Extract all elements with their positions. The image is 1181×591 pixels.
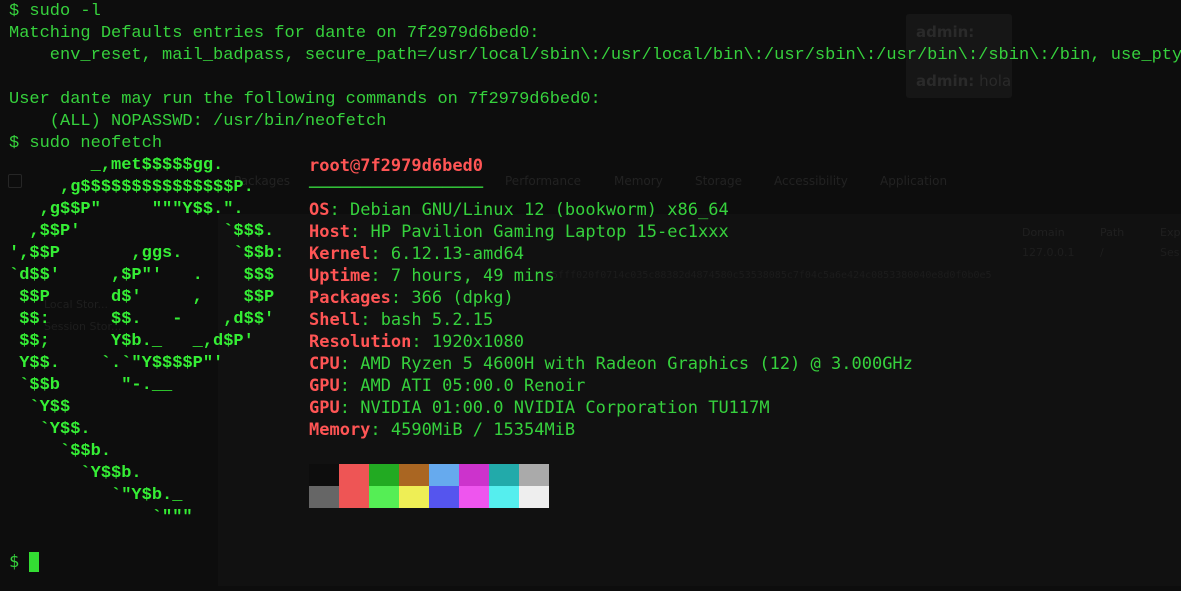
neofetch-info-colon: :: [360, 310, 371, 330]
palette-swatch: [339, 486, 369, 508]
bg-tab-performance: Performance: [505, 174, 582, 188]
neofetch-info-value: HP Pavilion Gaming Laptop 15-ec1xxx: [370, 222, 729, 242]
neofetch-info-resolution: Resolution: 1920x1080: [309, 331, 524, 353]
neofetch-info-key: Memory: [309, 420, 371, 440]
neofetch-info-shell: Shell: bash 5.2.15: [309, 309, 493, 331]
bg-col-path: Path: [1100, 226, 1125, 239]
neofetch-info-key: Kernel: [309, 244, 371, 264]
neofetch-info-kernel: Kernel: 6.12.13-amd64: [309, 243, 524, 265]
neofetch-info-key: Host: [309, 222, 350, 242]
bg-tab-application: Application: [880, 174, 948, 188]
neofetch-info-colon: :: [329, 200, 340, 220]
neofetch-info-key: GPU: [309, 376, 340, 396]
neofetch-info-value: Debian GNU/Linux 12 (bookworm) x86_64: [349, 200, 729, 220]
neofetch-info-value: AMD ATI 05:00.0 Renoir: [360, 376, 586, 396]
neofetch-info-value: 4590MiB / 15354MiB: [390, 420, 576, 440]
terminal-line-matching-defaults: Matching Defaults entries for dante on 7…: [9, 24, 540, 43]
terminal-prompt: $: [9, 552, 20, 572]
neofetch-info-value: 6.12.13-amd64: [390, 244, 524, 264]
neofetch-info-value: 7 hours, 49 mins: [390, 266, 555, 286]
palette-swatch: [459, 486, 489, 508]
palette-swatch: [309, 464, 339, 486]
neofetch-user: root: [309, 156, 350, 176]
bg-cell-exp: Ses: [1160, 246, 1180, 259]
neofetch-info-memory: Memory: 4590MiB / 15354MiB: [309, 419, 575, 441]
terminal-line-sudo-l: $ sudo -l: [9, 2, 101, 21]
neofetch-info-value: bash 5.2.15: [380, 310, 494, 330]
terminal-line-env-reset: env_reset, mail_badpass, secure_path=/us…: [9, 46, 1181, 65]
neofetch-info-value: 366 (dpkg): [411, 288, 514, 308]
palette-swatch: [429, 464, 459, 486]
bg-cell-path: /: [1100, 246, 1104, 259]
terminal-line-nopasswd: (ALL) NOPASSWD: /usr/bin/neofetch: [9, 112, 387, 131]
palette-swatch: [429, 486, 459, 508]
palette-swatch: [399, 486, 429, 508]
bg-cell-domain: 127.0.0.1: [1022, 246, 1075, 259]
palette-swatch: [519, 464, 549, 486]
palette-swatch: [489, 486, 519, 508]
neofetch-info-colon: :: [411, 332, 422, 352]
neofetch-info-uptime: Uptime: 7 hours, 49 mins: [309, 265, 555, 287]
palette-swatch: [339, 464, 369, 486]
terminal-line-sudo-neofetch: $ sudo neofetch: [9, 134, 163, 153]
neofetch-info-packages: Packages: 366 (dpkg): [309, 287, 514, 309]
neofetch-info-value: NVIDIA 01:00.0 NVIDIA Corporation TU117M: [360, 398, 770, 418]
neofetch-info-host: Host: HP Pavilion Gaming Laptop 15-ec1xx…: [309, 221, 729, 243]
neofetch-info-cpu: CPU: AMD Ryzen 5 4600H with Radeon Graph…: [309, 353, 913, 375]
terminal-line-user-may-run: User dante may run the following command…: [9, 90, 601, 109]
palette-swatch: [369, 486, 399, 508]
bg-tab-accessibility: Accessibility: [774, 174, 848, 188]
neofetch-host: 7f2979d6bed0: [360, 156, 484, 176]
debian-ascii-logo: _,met$$$$$gg. ,g$$$$$$$$$$$$$$$P. ,g$$P"…: [9, 156, 285, 527]
neofetch-info-colon: :: [370, 244, 381, 264]
palette-swatch: [399, 464, 429, 486]
neofetch-info-key: CPU: [309, 354, 340, 374]
palette-swatch: [519, 486, 549, 508]
neofetch-info-colon: :: [349, 222, 361, 242]
bg-tab-memory: Memory: [614, 174, 663, 188]
neofetch-info-gpu: GPU: AMD ATI 05:00.0 Renoir: [309, 375, 585, 397]
neofetch-info-colon: :: [370, 266, 381, 286]
neofetch-info-key: Resolution: [309, 332, 412, 352]
neofetch-info-key: OS: [309, 200, 330, 220]
palette-swatch: [459, 464, 489, 486]
neofetch-info-colon: :: [339, 398, 350, 418]
bg-cookie-value: 1d5fff020f0714c035c88382d4874580c5353808…: [540, 270, 992, 281]
neofetch-at: @: [349, 156, 361, 176]
neofetch-info-key: Shell: [309, 310, 361, 330]
bg-col-exp: Exp: [1160, 226, 1181, 239]
neofetch-info-key: Packages: [309, 288, 391, 308]
palette-swatch: [369, 464, 399, 486]
neofetch-info-os: OS: Debian GNU/Linux 12 (bookworm) x86_6…: [309, 199, 729, 221]
bg-col-domain: Domain: [1022, 226, 1065, 239]
palette-swatch: [489, 464, 519, 486]
terminal-cursor[interactable]: [29, 552, 39, 572]
neofetch-info-colon: :: [339, 376, 350, 396]
neofetch-info-colon: :: [390, 288, 402, 308]
bg-tab-storage: Storage: [695, 174, 742, 188]
palette-swatch: [309, 486, 339, 508]
neofetch-info-key: GPU: [309, 398, 340, 418]
neofetch-info-value: AMD Ryzen 5 4600H with Radeon Graphics (…: [360, 354, 913, 374]
neofetch-info-colon: :: [339, 354, 350, 374]
neofetch-separator: ─────────────────: [309, 178, 483, 198]
neofetch-info-value: 1920x1080: [431, 332, 524, 352]
neofetch-info-colon: :: [370, 420, 381, 440]
neofetch-info-gpu: GPU: NVIDIA 01:00.0 NVIDIA Corporation T…: [309, 397, 770, 419]
neofetch-info-key: Uptime: [309, 266, 371, 286]
neofetch-user-host: root@7f2979d6bed0: [309, 155, 483, 177]
